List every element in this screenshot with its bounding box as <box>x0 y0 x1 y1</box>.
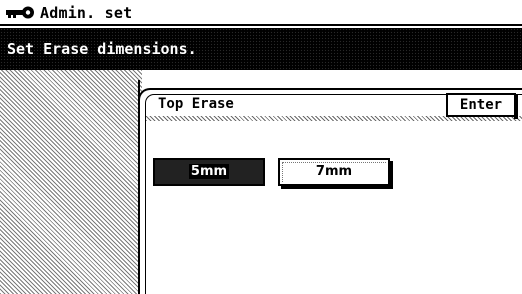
app-title: Admin. set <box>40 4 133 22</box>
dialog-title: Top Erase <box>158 96 234 112</box>
left-hatched-panel <box>0 70 142 294</box>
option-7mm-label: 7mm <box>315 164 353 179</box>
key-icon <box>6 6 34 19</box>
title-bar: Admin. set <box>0 0 522 26</box>
instruction-message: Set Erase dimensions. <box>7 40 197 58</box>
option-5mm-button[interactable]: 5mm <box>153 158 265 186</box>
option-7mm-button[interactable]: 7mm <box>278 158 390 186</box>
message-bar: Set Erase dimensions. <box>0 28 522 70</box>
enter-button[interactable]: Enter <box>446 93 518 119</box>
option-5mm-label: 5mm <box>188 164 230 179</box>
